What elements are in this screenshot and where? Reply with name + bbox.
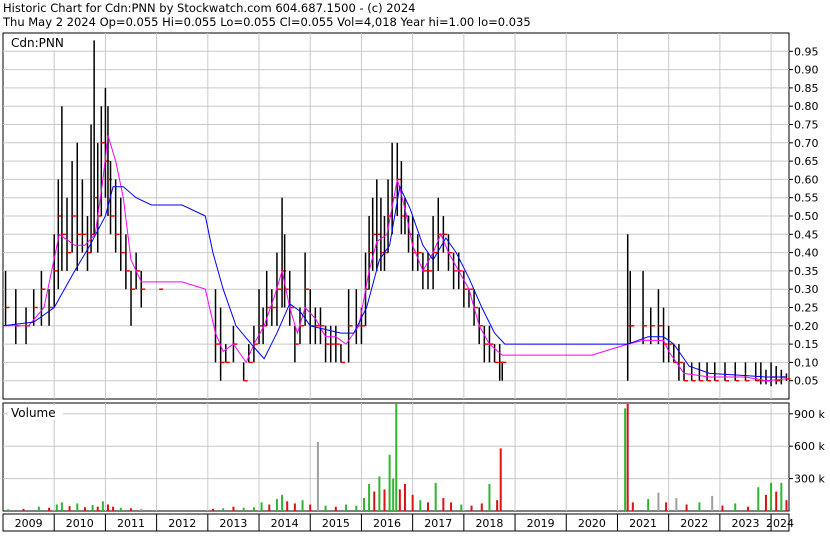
x-axis-year-label: 2019 [527, 517, 555, 530]
price-tick-label: 0.10 [794, 356, 819, 369]
x-axis-year-label: 2013 [219, 517, 247, 530]
x-axis-year-label: 2016 [373, 517, 401, 530]
price-tick-label: 0.50 [794, 210, 819, 223]
price-tick-label: 0.90 [794, 64, 819, 77]
price-tick-label: 0.05 [794, 375, 819, 388]
price-tick-label: 0.85 [794, 82, 819, 95]
price-tick-label: 0.15 [794, 338, 819, 351]
x-axis: 2009 2010 2011 2012 2013 2014 2015 2016 2017 2018… [2, 513, 794, 532]
price-tick-label: 0.60 [794, 173, 819, 186]
price-tick-label: 0.55 [794, 192, 819, 205]
price-tick-label: 0.20 [794, 320, 819, 333]
volume-tick-label: 900 k [794, 408, 825, 421]
x-axis-year-label: 2015 [322, 517, 350, 530]
x-axis-year-label: 2018 [475, 517, 503, 530]
x-axis-year-label: 2010 [66, 517, 94, 530]
x-axis-year-label: 2011 [117, 517, 145, 530]
x-axis-year-label: 2022 [680, 517, 708, 530]
x-axis-year-label: 2014 [271, 517, 299, 530]
volume-panel-label: Volume [11, 406, 56, 420]
price-panel: 0.95 0.90 0.85 0.80 0.75 0.70 0.65 0.60 0.55 0.50… [2, 32, 819, 400]
volume-tick-label: 600 k [794, 440, 825, 453]
volume-tick-label: 300 k [794, 473, 825, 486]
x-axis-year-label: 2021 [629, 517, 657, 530]
stock-chart: 0.95 0.90 0.85 0.80 0.75 0.70 0.65 0.60 0.55 0.50… [2, 32, 825, 532]
price-tick-label: 0.35 [794, 265, 819, 278]
x-axis-year-label: 2023 [731, 517, 759, 530]
price-tick-label: 0.95 [794, 45, 819, 58]
price-tick-label: 0.65 [794, 155, 819, 168]
price-tick-label: 0.75 [794, 119, 819, 132]
x-axis-year-label: 2017 [424, 517, 452, 530]
x-axis-year-label: 2024 [766, 517, 794, 530]
price-tick-label: 0.70 [794, 137, 819, 150]
price-tick-label: 0.25 [794, 302, 819, 315]
volume-panel: 900 k 600 k 300 k Volume [2, 402, 825, 512]
price-tick-label: 0.80 [794, 100, 819, 113]
price-tick-label: 0.40 [794, 247, 819, 260]
x-axis-year-label: 2009 [15, 517, 43, 530]
x-axis-year-label: 2020 [578, 517, 606, 530]
price-panel-label: Cdn:PNN [11, 36, 64, 50]
price-tick-label: 0.45 [794, 228, 819, 241]
x-axis-year-label: 2012 [168, 517, 196, 530]
price-tick-label: 0.30 [794, 283, 819, 296]
